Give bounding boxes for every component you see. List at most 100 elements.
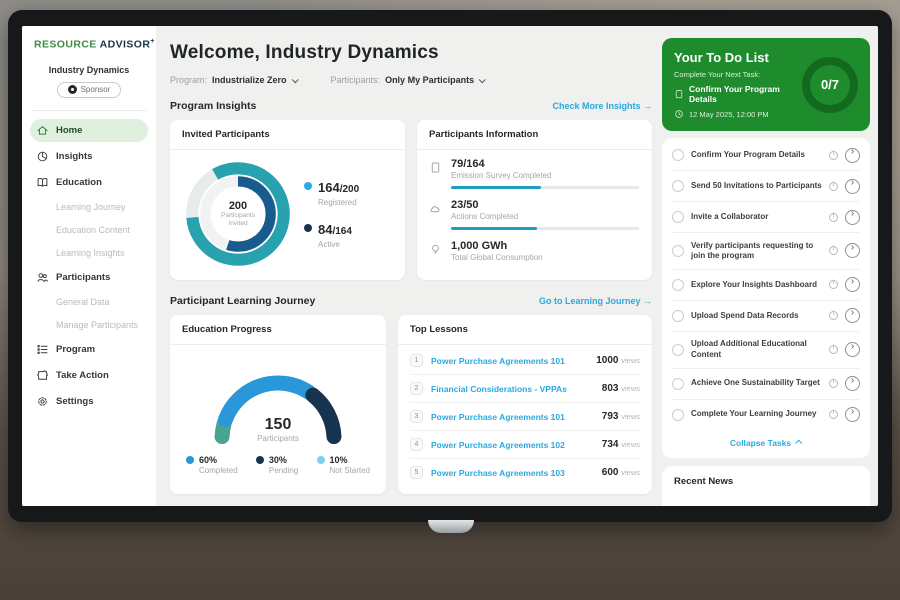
chevron-right-icon[interactable] xyxy=(845,376,860,391)
info-icon[interactable] xyxy=(829,410,838,419)
task-checkbox[interactable] xyxy=(672,378,684,390)
chevron-up-icon xyxy=(795,440,802,447)
donut-legend: 164/200 Registered 84/164 Active xyxy=(304,179,359,249)
sidebar-item-learning-insights[interactable]: Learning Insights xyxy=(30,243,148,263)
participants-filter-select[interactable]: Only My Participants xyxy=(385,75,484,85)
recent-news-title: Recent News xyxy=(674,476,858,487)
task-checkbox[interactable] xyxy=(672,310,684,322)
sidebar-item-participants[interactable]: Participants xyxy=(30,266,148,289)
participants-information-card: Participants Information 79/164 Emission… xyxy=(417,120,652,280)
sidebar-item-take-action[interactable]: Take Action xyxy=(30,364,148,387)
gauge-legend: 60% Completed 30% Pending 10% Not Starte… xyxy=(182,455,374,475)
registered-dot xyxy=(304,182,312,190)
not-started-dot xyxy=(317,456,325,464)
sidebar-item-learning-journey[interactable]: Learning Journey xyxy=(30,197,148,217)
chevron-right-icon[interactable] xyxy=(845,179,860,194)
lesson-link[interactable]: Power Purchase Agreements 101 xyxy=(431,356,588,366)
monitor-bezel: RESOURCE ADVISOR+ Industry Dynamics Spon… xyxy=(8,10,892,522)
task-row: Explore Your Insights Dashboard xyxy=(672,270,860,301)
task-checkbox[interactable] xyxy=(672,409,684,421)
sidebar-menu: Home Insights Education Learning Journey… xyxy=(30,119,148,413)
chevron-right-icon[interactable] xyxy=(845,407,860,422)
lesson-row: 2 Financial Considerations - VPPAs 803 v… xyxy=(410,375,640,403)
task-checkbox[interactable] xyxy=(672,245,684,257)
gauge-center-label: Participants xyxy=(198,434,358,443)
task-checkbox[interactable] xyxy=(672,279,684,291)
check-more-insights-link[interactable]: Check More Insights xyxy=(552,101,652,111)
participants-filter: Participants: Only My Participants xyxy=(331,75,485,85)
completed-dot xyxy=(186,456,194,464)
dashboard-screen: RESOURCE ADVISOR+ Industry Dynamics Spon… xyxy=(22,26,878,506)
chevron-right-icon[interactable] xyxy=(845,308,860,323)
education-progress-card: Education Progress 150 Participants xyxy=(170,315,386,494)
info-icon[interactable] xyxy=(829,213,838,222)
program-filter-select[interactable]: Industrialize Zero xyxy=(212,75,297,85)
info-icon[interactable] xyxy=(829,151,838,160)
education-progress-title: Education Progress xyxy=(170,315,386,345)
chevron-right-icon[interactable] xyxy=(845,243,860,258)
task-checkbox[interactable] xyxy=(672,344,684,356)
chevron-right-icon[interactable] xyxy=(845,148,860,163)
lesson-row: 3 Power Purchase Agreements 101 793 view… xyxy=(410,403,640,431)
legend-not-started: 10% Not Started xyxy=(317,455,370,475)
chevron-right-icon[interactable] xyxy=(845,342,860,357)
top-lessons-card: Top Lessons 1 Power Purchase Agreements … xyxy=(398,315,652,494)
program-filter: Program: Industrialize Zero xyxy=(170,75,297,85)
sidebar-divider xyxy=(32,110,146,111)
info-icon[interactable] xyxy=(829,280,838,289)
info-icon[interactable] xyxy=(829,379,838,388)
sidebar-item-education-content[interactable]: Education Content xyxy=(30,220,148,240)
take-action-icon xyxy=(36,369,49,382)
main-column: Welcome, Industry Dynamics Program: Indu… xyxy=(170,26,652,506)
page-title: Welcome, Industry Dynamics xyxy=(170,42,652,64)
education-progress-gauge-chart: 150 Participants xyxy=(198,359,358,445)
lesson-rank: 4 xyxy=(410,438,423,451)
program-icon xyxy=(36,343,49,356)
info-icon[interactable] xyxy=(829,345,838,354)
lesson-link[interactable]: Power Purchase Agreements 103 xyxy=(431,468,594,478)
sponsor-label: Sponsor xyxy=(81,85,111,94)
task-row: Upload Spend Data Records xyxy=(672,301,860,332)
sidebar-item-education[interactable]: Education xyxy=(30,171,148,194)
todo-subtitle: Complete Your Next Task: xyxy=(674,70,794,79)
sidebar-item-home[interactable]: Home xyxy=(30,119,148,142)
chevron-down-icon xyxy=(291,76,298,83)
task-row: Upload Additional Educational Content xyxy=(672,332,860,369)
active-dot xyxy=(304,224,312,232)
task-row: Confirm Your Program Details xyxy=(672,140,860,171)
sidebar-item-manage-participants[interactable]: Manage Participants xyxy=(30,315,148,335)
lesson-link[interactable]: Power Purchase Agreements 102 xyxy=(431,440,594,450)
sponsor-badge[interactable]: Sponsor xyxy=(57,82,121,98)
info-icon[interactable] xyxy=(829,182,838,191)
chevron-right-icon[interactable] xyxy=(845,277,860,292)
home-icon xyxy=(36,124,49,137)
recent-news-card: Recent News xyxy=(662,466,870,506)
top-lessons-title: Top Lessons xyxy=(398,315,652,345)
sidebar-item-program[interactable]: Program xyxy=(30,338,148,361)
task-checkbox[interactable] xyxy=(672,149,684,161)
collapse-tasks-link[interactable]: Collapse Tasks xyxy=(672,430,860,452)
clock-icon xyxy=(674,109,684,119)
logo-secondary: ADVISOR xyxy=(100,39,151,51)
task-row: Achieve One Sustainability Target xyxy=(672,369,860,400)
chevron-right-icon[interactable] xyxy=(845,210,860,225)
info-icon[interactable] xyxy=(829,246,838,255)
sidebar-item-general-data[interactable]: General Data xyxy=(30,292,148,312)
task-row: Invite a Collaborator xyxy=(672,202,860,233)
insights-icon xyxy=(36,150,49,163)
resource-advisor-logo: RESOURCE ADVISOR+ xyxy=(30,38,148,51)
go-to-learning-journey-link[interactable]: Go to Learning Journey xyxy=(539,296,652,306)
info-icon[interactable] xyxy=(829,311,838,320)
content-area: Welcome, Industry Dynamics Program: Indu… xyxy=(156,26,878,506)
task-checkbox[interactable] xyxy=(672,211,684,223)
filters-row: Program: Industrialize Zero Participants… xyxy=(170,75,652,85)
sidebar-item-insights[interactable]: Insights xyxy=(30,145,148,168)
lesson-link[interactable]: Financial Considerations - VPPAs xyxy=(431,384,594,394)
participants-filter-label: Participants: xyxy=(331,75,381,85)
todo-column: Your To Do List Complete Your Next Task:… xyxy=(662,26,870,506)
client-name: Industry Dynamics xyxy=(30,65,148,75)
lesson-link[interactable]: Power Purchase Agreements 101 xyxy=(431,412,594,422)
todo-header-card: Your To Do List Complete Your Next Task:… xyxy=(662,38,870,131)
task-checkbox[interactable] xyxy=(672,180,684,192)
sidebar-item-settings[interactable]: Settings xyxy=(30,390,148,413)
